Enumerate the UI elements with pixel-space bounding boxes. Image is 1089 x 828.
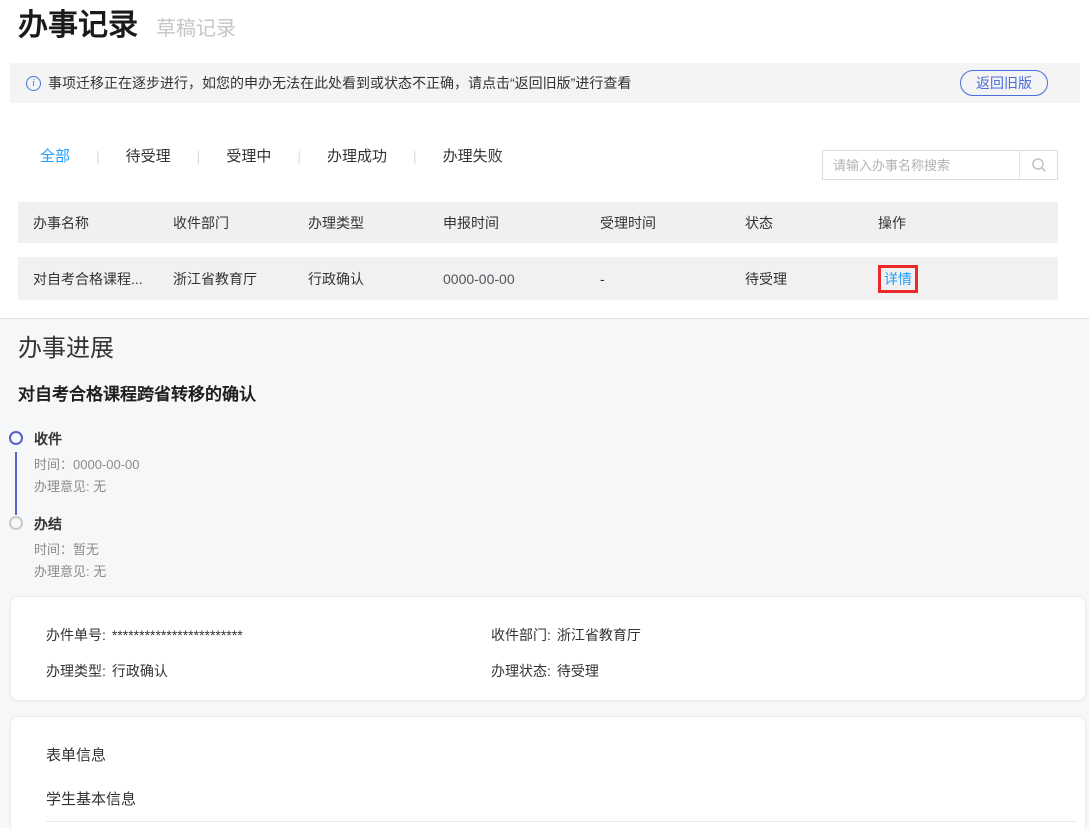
progress-item-name: 对自考合格课程跨省转移的确认 bbox=[18, 380, 256, 405]
search-input[interactable] bbox=[823, 151, 1019, 179]
col-header-name: 办事名称 bbox=[18, 213, 158, 233]
timeline-step-time-receive: 时间：0000-00-00 bbox=[34, 454, 140, 473]
row-cell-status: 待受理 bbox=[730, 269, 863, 289]
col-header-accept-time: 受理时间 bbox=[585, 213, 730, 233]
tab-pending-accept[interactable]: 待受理 bbox=[126, 145, 171, 166]
summary-card: 办件单号: ************************ 收件部门: 浙江省教育… bbox=[10, 596, 1086, 701]
form-section-title: 表单信息 bbox=[46, 744, 106, 765]
summary-status-label: 办理状态: bbox=[491, 663, 551, 679]
tab-all[interactable]: 全部 bbox=[40, 145, 70, 166]
title-row: 办事记录 草稿记录 bbox=[18, 0, 236, 44]
col-header-action: 操作 bbox=[863, 213, 1058, 233]
row-cell-name: 对自考合格课程... bbox=[18, 269, 158, 289]
back-to-old-version-button[interactable]: 返回旧版 bbox=[960, 70, 1048, 96]
detail-link[interactable]: 详情 bbox=[878, 265, 918, 293]
tab-separator: | bbox=[297, 148, 301, 164]
timeline-step-circle-finish bbox=[9, 516, 23, 530]
row-cell-type: 行政确认 bbox=[293, 269, 428, 289]
page-subtitle-draft-records[interactable]: 草稿记录 bbox=[156, 12, 236, 41]
migration-notice-banner: i 事项迁移正在逐步进行，如您的申办无法在此处看到或状态不正确，请点击“返回旧版… bbox=[10, 63, 1080, 103]
row-cell-apply-time: 0000-00-00 bbox=[428, 271, 585, 287]
timeline-step-opinion-receive: 办理意见: 无 bbox=[34, 476, 106, 495]
timeline-step-label-finish: 办结 bbox=[34, 514, 62, 534]
form-divider bbox=[46, 821, 1077, 822]
col-header-status: 状态 bbox=[730, 213, 863, 233]
tab-success[interactable]: 办理成功 bbox=[327, 145, 387, 166]
search-icon bbox=[1031, 157, 1047, 173]
timeline-connector-line bbox=[15, 452, 17, 515]
page-title: 办事记录 bbox=[18, 0, 138, 44]
timeline-step-time-finish: 时间：暂无 bbox=[34, 539, 99, 558]
tab-failed[interactable]: 办理失败 bbox=[443, 145, 503, 166]
tab-separator: | bbox=[197, 148, 201, 164]
row-cell-action: 详情 bbox=[863, 265, 1058, 293]
timeline-step-circle-receive bbox=[9, 431, 23, 445]
summary-type-value: 行政确认 bbox=[112, 663, 168, 679]
form-subsection-title: 学生基本信息 bbox=[46, 788, 136, 809]
timeline-step-label-receive: 收件 bbox=[34, 429, 62, 449]
summary-dept-value: 浙江省教育厅 bbox=[557, 627, 641, 643]
summary-status: 办理状态: 待受理 bbox=[491, 661, 599, 681]
banner-text: 事项迁移正在逐步进行，如您的申办无法在此处看到或状态不正确，请点击“返回旧版”进… bbox=[48, 73, 631, 93]
summary-order-value: ************************ bbox=[112, 627, 243, 643]
summary-type-label: 办理类型: bbox=[46, 663, 106, 679]
summary-dept-label: 收件部门: bbox=[491, 627, 551, 643]
search-box bbox=[822, 150, 1058, 180]
progress-section-title: 办事进展 bbox=[18, 328, 114, 363]
summary-status-value: 待受理 bbox=[557, 663, 599, 679]
search-button[interactable] bbox=[1019, 151, 1057, 179]
row-cell-department: 浙江省教育厅 bbox=[158, 269, 293, 289]
summary-department: 收件部门: 浙江省教育厅 bbox=[491, 625, 641, 645]
timeline-step-opinion-finish: 办理意见: 无 bbox=[34, 561, 106, 580]
summary-order-number: 办件单号: ************************ bbox=[46, 625, 243, 645]
tab-accepting[interactable]: 受理中 bbox=[226, 145, 271, 166]
col-header-department: 收件部门 bbox=[158, 213, 293, 233]
tab-separator: | bbox=[413, 148, 417, 164]
form-info-card: 表单信息 学生基本信息 bbox=[10, 716, 1086, 828]
col-header-type: 办理类型 bbox=[293, 213, 428, 233]
page-container: 办事记录 草稿记录 i 事项迁移正在逐步进行，如您的申办无法在此处看到或状态不正… bbox=[0, 0, 1089, 828]
info-circle-icon: i bbox=[26, 76, 41, 91]
progress-section: 办事进展 对自考合格课程跨省转移的确认 收件 时间：0000-00-00 办理意… bbox=[0, 318, 1089, 828]
status-tabs: 全部 | 待受理 | 受理中 | 办理成功 | 办理失败 bbox=[40, 145, 503, 166]
summary-order-label: 办件单号: bbox=[46, 627, 106, 643]
summary-type: 办理类型: 行政确认 bbox=[46, 661, 168, 681]
table-row: 对自考合格课程... 浙江省教育厅 行政确认 0000-00-00 - 待受理 … bbox=[18, 257, 1058, 300]
col-header-apply-time: 申报时间 bbox=[428, 213, 585, 233]
records-table-header: 办事名称 收件部门 办理类型 申报时间 受理时间 状态 操作 bbox=[18, 202, 1058, 243]
row-cell-accept-time: - bbox=[585, 271, 730, 287]
tab-separator: | bbox=[96, 148, 100, 164]
